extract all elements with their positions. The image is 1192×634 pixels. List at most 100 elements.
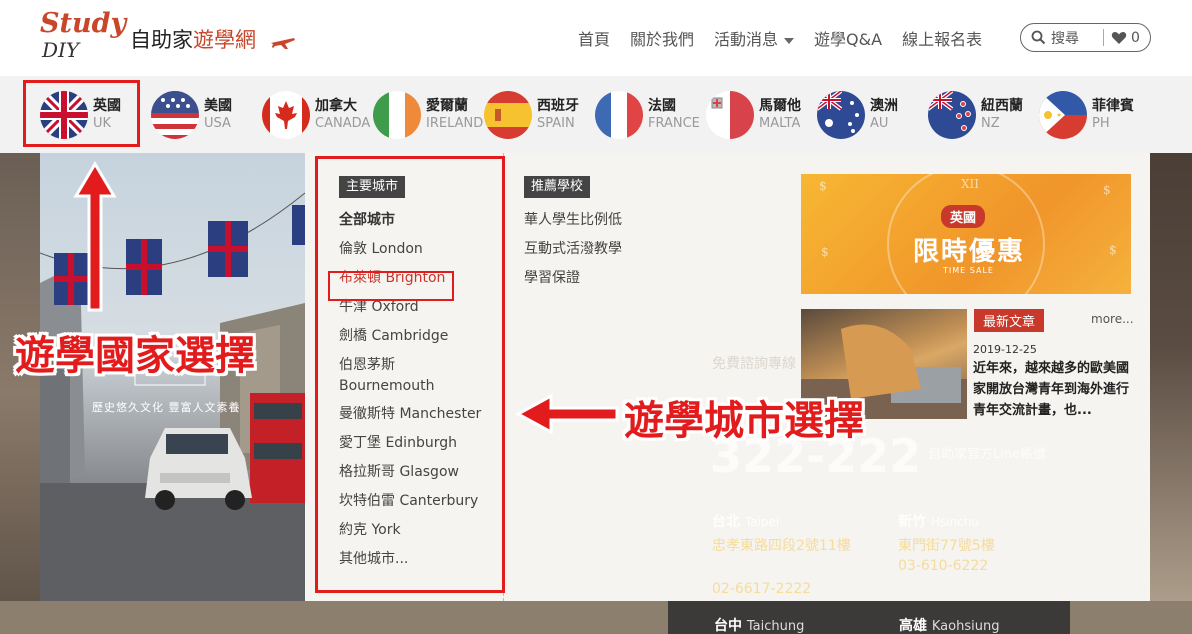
annotation-up-arrow-icon — [73, 161, 117, 312]
country-en-label: CANADA — [315, 115, 371, 131]
country-item-new-zealand[interactable]: 紐西蘭 NZ — [928, 90, 1023, 140]
country-cn-label: 加拿大 — [315, 98, 357, 115]
country-item-malta[interactable]: 馬爾他 MALTA — [706, 90, 801, 140]
country-en-label: PH — [1092, 115, 1110, 131]
country-en-label: FRANCE — [648, 115, 700, 131]
office-city: 新竹 — [898, 514, 926, 530]
main-nav: 首頁 關於我們 活動消息 遊學Q&A 線上報名表 — [578, 26, 1002, 50]
country-item-canada[interactable]: 加拿大 CANADA — [262, 90, 370, 140]
nav-about[interactable]: 關於我們 — [630, 26, 694, 50]
logo-chinese-text: 自助家遊學網 — [130, 24, 256, 54]
annotation-city-list-box — [315, 156, 505, 593]
country-item-australia[interactable]: 澳洲 AU — [817, 90, 898, 140]
school-list: 華人學生比例低 互動式活潑教學 學習保證 — [524, 206, 622, 293]
annotation-country-highlight — [23, 80, 140, 147]
ghost-free-consult: 免費諮詢專線 — [712, 356, 796, 372]
favorites-button[interactable]: 0 — [1104, 30, 1140, 46]
office-city-en: Hsinchu — [930, 515, 979, 529]
office-city: 台中 — [714, 618, 742, 634]
nav-events[interactable]: 活動消息 — [714, 26, 795, 50]
malta-flag-icon — [706, 91, 754, 139]
country-en-label: NZ — [981, 115, 1000, 131]
philippines-flag-icon — [1039, 91, 1087, 139]
logo-cn-red: 遊學網 — [193, 28, 256, 52]
country-item-usa[interactable]: 美國 USA — [151, 90, 232, 140]
nav-qa[interactable]: 遊學Q&A — [814, 26, 882, 50]
nav-registration[interactable]: 線上報名表 — [902, 26, 982, 50]
annotation-country-label: 遊學國家選擇 — [15, 333, 255, 379]
svg-text:$: $ — [1103, 183, 1111, 197]
site-logo[interactable]: Study DIY 自助家遊學網 — [40, 8, 300, 66]
chevron-down-icon — [784, 37, 795, 44]
ghost-address-taipei: 忠孝東路四段2號11樓 — [712, 538, 851, 554]
photo-caption: 歷史悠久文化 豐富人文素養 — [92, 401, 241, 414]
logo-study-text: Study — [40, 8, 127, 39]
schools-title: 推薦學校 — [524, 176, 591, 198]
country-en-label: AU — [870, 115, 889, 131]
more-articles-link[interactable]: more... — [1091, 312, 1134, 326]
country-cn-label: 西班牙 — [537, 98, 579, 115]
ghost-office-taipei: 台北 Taipei — [712, 511, 779, 531]
country-en-label: IRELAND — [426, 115, 484, 131]
article-date: 2019-12-25 — [973, 343, 1037, 356]
country-item-spain[interactable]: 西班牙 SPAIN — [484, 90, 579, 140]
country-en-label: USA — [204, 115, 231, 131]
office-city-en: Kaohsiung — [931, 619, 1000, 634]
favorites-count: 0 — [1131, 29, 1140, 46]
spain-flag-icon — [484, 91, 532, 139]
nav-home[interactable]: 首頁 — [578, 26, 610, 50]
country-item-ireland[interactable]: 愛爾蘭 IRELAND — [373, 90, 483, 140]
office-kaohsiung: 高雄 Kaohsiung — [899, 615, 999, 634]
country-cn-label: 馬爾他 — [759, 98, 801, 115]
nav-events-label: 活動消息 — [714, 30, 779, 49]
banner-country-tag: 英國 — [941, 205, 986, 228]
annotation-city-label: 遊學城市選擇 — [624, 398, 864, 444]
ghost-line-label: 自助家官方Line帳號 — [928, 447, 1047, 462]
country-cn-label: 紐西蘭 — [981, 98, 1023, 115]
schools-column: 推薦學校 華人學生比例低 互動式活潑教學 學習保證 — [524, 175, 622, 293]
background-photo-right — [1150, 153, 1192, 634]
country-bar: 英國 UK 美國 USA 加拿大 CANADA 愛爾蘭 IRELAND 西班牙 SPAIN… — [0, 76, 1192, 153]
office-city-en: Taichung — [746, 619, 805, 634]
search-label: 搜尋 — [1051, 30, 1079, 47]
office-taichung: 台中 Taichung — [714, 615, 804, 634]
country-item-france[interactable]: 法國 FRANCE — [595, 90, 700, 140]
time-sale-banner[interactable]: $ $ $ $ XII 英國 限時優惠 TIME SALE — [801, 174, 1131, 294]
search-favorites-pill: 搜尋 0 — [1020, 23, 1151, 52]
school-link-interactive-teaching[interactable]: 互動式活潑教學 — [524, 235, 622, 264]
country-cn-label: 美國 — [204, 98, 232, 115]
school-link-low-chinese-ratio[interactable]: 華人學生比例低 — [524, 206, 622, 235]
search-button[interactable]: 搜尋 — [1021, 29, 1104, 47]
svg-text:XII: XII — [961, 177, 979, 191]
ireland-flag-icon — [373, 91, 421, 139]
france-flag-icon — [595, 91, 643, 139]
country-cn-label: 菲律賓 — [1092, 98, 1134, 115]
svg-text:$: $ — [819, 179, 827, 193]
article-excerpt[interactable]: 近年來，越來越多的歐美國家開放台灣青年到海外進行青年交流計畫，也... — [973, 358, 1138, 421]
svg-text:$: $ — [1109, 243, 1117, 257]
ghost-office-hsinchu: 新竹 Hsinchu — [898, 511, 979, 531]
australia-flag-icon — [817, 91, 865, 139]
office-city-en: Taipei — [744, 515, 780, 529]
search-icon — [1031, 30, 1046, 45]
annotation-left-arrow-icon — [515, 393, 619, 435]
office-city: 高雄 — [899, 618, 927, 634]
ghost-phone-hsinchu: 03-610-6222 — [898, 558, 989, 574]
country-cn-label: 法國 — [648, 98, 676, 115]
usa-flag-icon — [151, 91, 199, 139]
canada-flag-icon — [262, 91, 310, 139]
country-cn-label: 澳洲 — [870, 98, 898, 115]
country-cn-label: 愛爾蘭 — [426, 98, 468, 115]
ghost-address-hsinchu: 東門街77號5樓 — [898, 538, 995, 554]
heart-icon — [1111, 31, 1127, 44]
site-header: Study DIY 自助家遊學網 首頁 關於我們 活動消息 遊學Q&A 線上報名… — [0, 0, 1192, 76]
school-link-learning-guarantee[interactable]: 學習保證 — [524, 264, 622, 293]
new-zealand-flag-icon — [928, 91, 976, 139]
country-en-label: SPAIN — [537, 115, 575, 131]
country-en-label: MALTA — [759, 115, 801, 131]
country-item-philippines[interactable]: 菲律賓 PH — [1039, 90, 1134, 140]
office-city: 台北 — [712, 514, 740, 530]
airplane-icon — [271, 38, 295, 49]
annotation-brighton-highlight — [328, 271, 454, 301]
latest-article-badge: 最新文章 — [974, 309, 1045, 332]
